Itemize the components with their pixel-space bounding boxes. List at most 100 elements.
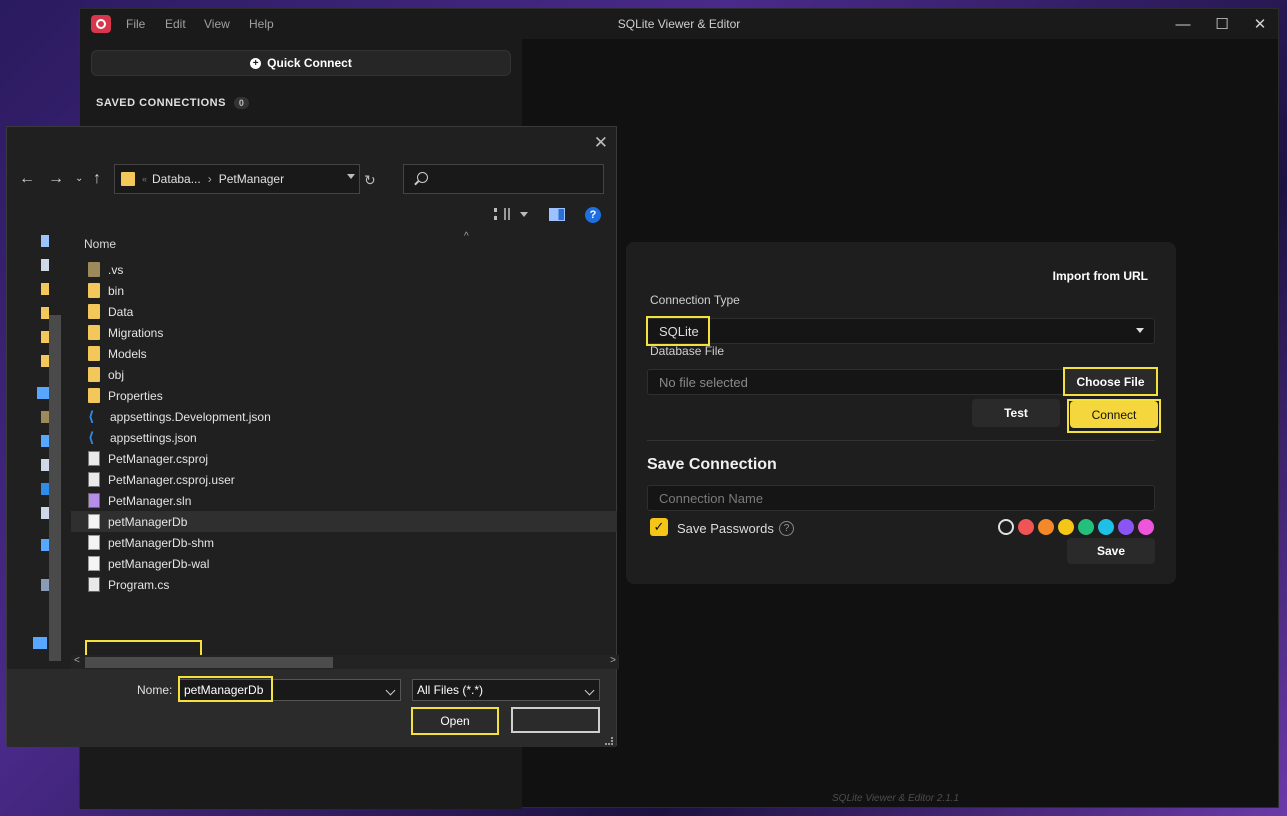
chevron-down-icon[interactable] (385, 685, 396, 696)
choose-file-button[interactable]: Choose File (1063, 367, 1158, 396)
menu-view[interactable]: View (204, 17, 230, 31)
file-row[interactable]: Program.cs (71, 574, 617, 595)
folder-icon (88, 388, 100, 403)
folder-icon[interactable] (41, 307, 49, 319)
help-icon[interactable]: ? (779, 521, 794, 536)
this-pc-icon[interactable] (37, 387, 49, 399)
breadcrumb-item[interactable]: Databa... (152, 172, 201, 186)
search-input[interactable] (403, 164, 604, 194)
chevron-down-icon[interactable] (520, 212, 528, 217)
color-swatch[interactable] (1098, 519, 1114, 535)
dialog-footer: Nome: petManagerDb All Files (*.*) Open (7, 669, 616, 747)
quick-connect-button[interactable]: + Quick Connect (91, 50, 511, 76)
folder-icon (88, 346, 100, 361)
quick-connect-label: Quick Connect (267, 56, 352, 70)
save-button[interactable]: Save (1067, 538, 1155, 564)
resize-grip-icon[interactable] (605, 737, 613, 745)
color-swatch[interactable] (1078, 519, 1094, 535)
color-swatch[interactable] (1118, 519, 1134, 535)
file-row[interactable]: petManagerDb-shm (71, 532, 617, 553)
file-row[interactable]: Properties (71, 385, 617, 406)
file-row[interactable]: PetManager.csproj (71, 448, 617, 469)
documents-icon[interactable] (41, 459, 49, 471)
navigation-scrollbar[interactable] (49, 315, 61, 661)
test-button[interactable]: Test (972, 399, 1060, 427)
file-row[interactable]: .vs (71, 259, 617, 280)
menu-edit[interactable]: Edit (165, 17, 186, 31)
desktop-icon[interactable] (41, 435, 49, 447)
maximize-icon[interactable]: ☐ (1210, 14, 1234, 34)
music-icon[interactable] (41, 539, 49, 551)
folder-icon[interactable] (41, 355, 49, 367)
quick-access-icon[interactable] (41, 235, 49, 247)
file-row[interactable]: Migrations (71, 322, 617, 343)
up-arrow-icon[interactable]: ↑ (93, 170, 101, 188)
view-options-icon[interactable] (494, 208, 510, 220)
scroll-left-icon[interactable]: < (74, 655, 80, 666)
file-row[interactable]: ⟨ appsettings.Development.json (71, 406, 617, 427)
network-icon[interactable] (33, 637, 47, 649)
connect-button[interactable]: Connect (1070, 401, 1158, 428)
database-file-field: No file selected (647, 369, 1065, 395)
help-icon[interactable]: ? (585, 207, 601, 223)
cancel-button[interactable] (511, 707, 600, 733)
save-connection-title: Save Connection (647, 456, 777, 473)
file-list: Nome ^ .vs bin Data Migrations Models obj Prop… (71, 231, 617, 655)
file-row[interactable]: petManagerDb-wal (71, 553, 617, 574)
menu-help[interactable]: Help (249, 17, 274, 31)
folder-icon (88, 283, 100, 298)
file-name: .vs (108, 262, 124, 277)
app-logo-icon (91, 15, 111, 33)
close-icon[interactable]: ✕ (594, 133, 608, 153)
desktop-icon[interactable] (41, 259, 49, 271)
back-arrow-icon[interactable]: ← (19, 170, 35, 188)
connect-button-highlight: Connect (1067, 399, 1161, 433)
forward-arrow-icon[interactable]: → (48, 170, 64, 188)
connection-card: Import from URL Connection Type SQLite D… (626, 242, 1176, 584)
color-swatch[interactable] (1138, 519, 1154, 535)
folder-icon[interactable] (41, 411, 49, 423)
file-icon (88, 535, 100, 550)
highlight-box (646, 316, 710, 346)
open-button[interactable]: Open (411, 707, 499, 735)
menu-file[interactable]: File (126, 17, 145, 31)
file-type-value: All Files (*.*) (417, 683, 484, 697)
minimize-icon[interactable]: — (1171, 14, 1195, 34)
color-swatch[interactable] (998, 519, 1014, 535)
address-bar[interactable]: « Databa... › PetManager (114, 164, 360, 194)
file-row[interactable]: bin (71, 280, 617, 301)
refresh-icon[interactable]: ↻ (364, 172, 376, 189)
file-icon (88, 514, 100, 529)
chevron-down-icon[interactable] (347, 174, 355, 179)
close-icon[interactable]: ✕ (1248, 14, 1272, 34)
recent-locations-icon[interactable]: ⌄ (75, 173, 83, 184)
color-swatch[interactable] (1058, 519, 1074, 535)
connection-name-input[interactable]: Connection Name (647, 485, 1155, 511)
file-name-label: Nome: (137, 683, 173, 697)
column-header-name[interactable]: Nome (84, 237, 116, 251)
file-row[interactable]: obj (71, 364, 617, 385)
folder-icon[interactable] (41, 331, 49, 343)
folder-icon[interactable] (41, 283, 49, 295)
file-row[interactable]: ⟨ appsettings.json (71, 427, 617, 448)
file-row[interactable]: PetManager.sln (71, 490, 617, 511)
save-passwords-checkbox[interactable]: ✓ (650, 518, 668, 536)
file-type-select[interactable]: All Files (*.*) (412, 679, 600, 701)
file-row[interactable]: Data (71, 301, 617, 322)
scrollbar-thumb[interactable] (85, 657, 333, 668)
database-file-placeholder: No file selected (659, 374, 748, 390)
horizontal-scrollbar[interactable]: < > (71, 655, 619, 669)
drive-icon[interactable] (41, 579, 49, 591)
file-row[interactable]: Models (71, 343, 617, 364)
file-row[interactable]: PetManager.csproj.user (71, 469, 617, 490)
breadcrumb-item[interactable]: PetManager (219, 172, 284, 186)
downloads-icon[interactable] (41, 483, 49, 495)
color-swatch[interactable] (1018, 519, 1034, 535)
connection-type-select[interactable]: SQLite (646, 316, 1155, 346)
color-swatch[interactable] (1038, 519, 1054, 535)
preview-pane-icon[interactable] (549, 208, 565, 221)
file-row[interactable]: petManagerDb (71, 511, 617, 532)
scroll-right-icon[interactable]: > (610, 655, 616, 666)
import-from-url-link[interactable]: Import from URL (1053, 269, 1148, 283)
pictures-icon[interactable] (41, 507, 49, 519)
